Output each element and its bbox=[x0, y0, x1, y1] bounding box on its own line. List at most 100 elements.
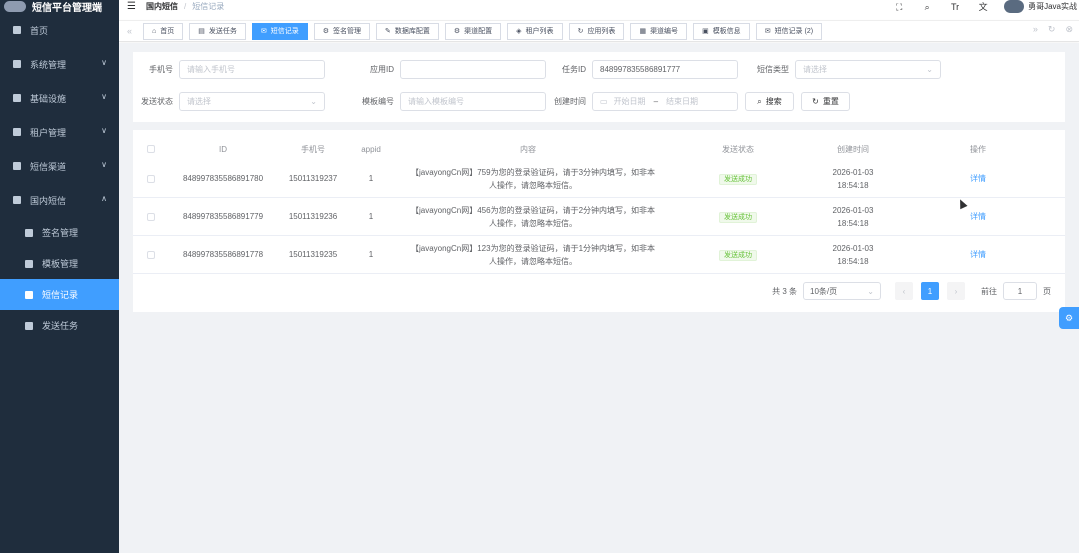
tag-item[interactable]: ◈ 租户列表 bbox=[507, 22, 563, 40]
tags-scroll-left-icon[interactable]: « bbox=[127, 26, 137, 36]
sidebar-subitem[interactable]: 签名管理 bbox=[0, 217, 119, 248]
main-area: ☰ 国内短信 / 短信记录 ⛶ ⌕ Tr 文 勇哥Java实战 « ⌂ 首页 ▤ 发送… bbox=[119, 0, 1079, 553]
template-label: 模板编号 bbox=[362, 97, 394, 106]
task-id-label: 任务ID bbox=[562, 65, 586, 74]
content-cell: 【javayongCn网】759为您的登录验证码，请于3分钟内填写，如非本 人操… bbox=[410, 167, 656, 190]
tag-item[interactable]: ⚙ 签名管理 bbox=[313, 22, 371, 40]
app-logo: 短信平台管理端 bbox=[0, 0, 119, 14]
image-icon bbox=[25, 259, 33, 268]
goto-page-input[interactable]: 1 bbox=[1003, 282, 1037, 300]
page-size-select[interactable]: 10条/页 ⌄ bbox=[803, 282, 881, 300]
search-icon: ⌕ bbox=[757, 96, 762, 106]
breadcrumb: 国内短信 / 短信记录 bbox=[145, 1, 225, 12]
reset-button[interactable]: ↻ 重置 bbox=[801, 92, 850, 111]
close-icon[interactable]: ⊗ bbox=[1065, 24, 1073, 35]
created-time-label: 创建时间 bbox=[554, 97, 586, 106]
binoculars-icon bbox=[13, 128, 21, 136]
sidebar-subitem[interactable]: 短信记录 bbox=[0, 279, 119, 310]
page-number[interactable]: 1 bbox=[921, 282, 939, 300]
app-id-label: 应用ID bbox=[370, 65, 394, 74]
sidebar-item[interactable]: 国内短信 ∧ bbox=[0, 183, 119, 217]
task-id-input[interactable]: 848997835586891777 bbox=[592, 60, 738, 79]
tag-item[interactable]: ⚙ 渠道配置 bbox=[444, 22, 502, 40]
card-icon bbox=[13, 162, 21, 170]
prev-page-button[interactable]: ‹ bbox=[895, 282, 913, 300]
mail-icon: ✉ bbox=[764, 28, 771, 35]
next-page-button[interactable]: › bbox=[947, 282, 965, 300]
calendar-icon: ▭ bbox=[600, 97, 608, 106]
sidebar-item[interactable]: 租户管理 ∨ bbox=[0, 115, 119, 149]
settings-float-button[interactable]: ⚙ bbox=[1059, 307, 1079, 329]
tag-item[interactable]: ✉ 短信记录 bbox=[251, 22, 308, 40]
tag-item[interactable]: ▤ 发送任务 bbox=[189, 22, 246, 40]
date-range-picker[interactable]: ▭ 开始日期 – 结束日期 bbox=[592, 92, 738, 111]
table-row: 848997835586891780 15011319237 1 【javayo… bbox=[133, 160, 1065, 198]
refresh-icon[interactable]: ↻ bbox=[1048, 24, 1056, 35]
tag-item[interactable]: ▣ 模板信息 bbox=[693, 22, 750, 40]
detail-link[interactable]: 详情 bbox=[948, 173, 1008, 184]
hamburger-icon[interactable]: ☰ bbox=[127, 1, 136, 12]
send-status-label: 发送状态 bbox=[141, 97, 173, 106]
translate-icon[interactable]: 文 bbox=[976, 2, 990, 12]
card-icon bbox=[13, 196, 21, 204]
sidebar-subitem[interactable]: 模板管理 bbox=[0, 248, 119, 279]
content-cell: 【javayongCn网】123为您的登录验证码，请于1分钟内填写，如非本 人操… bbox=[410, 243, 656, 266]
row-checkbox[interactable] bbox=[147, 175, 155, 183]
chevron-icon: ∨ bbox=[101, 160, 107, 169]
gear-icon: ⚙ bbox=[453, 28, 461, 35]
chevron-icon: ∨ bbox=[101, 126, 107, 135]
sidebar-item[interactable]: 基础设施 ∨ bbox=[0, 81, 119, 115]
sidebar-subitem[interactable]: 发送任务 bbox=[0, 310, 119, 341]
select-all-checkbox[interactable] bbox=[147, 145, 155, 153]
chevron-down-icon: ⌄ bbox=[867, 286, 874, 296]
chevron-icon: ∨ bbox=[101, 92, 107, 101]
user-name[interactable]: 勇哥Java实战 bbox=[1028, 1, 1077, 12]
refresh-icon: ↻ bbox=[577, 28, 584, 35]
gear-icon bbox=[13, 60, 21, 68]
search-icon[interactable]: ⌕ bbox=[920, 2, 934, 12]
navbar-tools: ⛶ ⌕ Tr 文 勇哥Java实战 bbox=[892, 0, 1079, 13]
status-badge: 发送成功 bbox=[719, 173, 757, 185]
navbar: ☰ 国内短信 / 短信记录 ⛶ ⌕ Tr 文 勇哥Java实战 bbox=[119, 0, 1079, 13]
tags-scroll-right-icon[interactable]: » bbox=[1033, 24, 1038, 35]
chevron-down-icon: ⌄ bbox=[926, 65, 933, 74]
avatar[interactable] bbox=[1004, 0, 1025, 13]
tag-item[interactable]: ✎ 数据库配置 bbox=[376, 22, 439, 40]
chevron-down-icon: ⌄ bbox=[310, 97, 317, 106]
tag-item[interactable]: ⌂ 首页 bbox=[143, 22, 184, 40]
template-input[interactable]: 请输入模板编号 bbox=[400, 92, 546, 111]
detail-link[interactable]: 详情 bbox=[948, 211, 1008, 222]
sms-type-select[interactable]: 请选择 ⌄ bbox=[795, 60, 941, 79]
phone-input[interactable]: 请输入手机号 bbox=[179, 60, 325, 79]
pagination-total: 共 3 条 bbox=[772, 286, 797, 296]
content-cell: 【javayongCn网】456为您的登录验证码，请于2分钟内填写，如非本 人操… bbox=[410, 205, 656, 228]
search-button[interactable]: ⌕ 搜索 bbox=[745, 92, 794, 111]
folder-icon bbox=[25, 321, 33, 330]
folder-icon: ▤ bbox=[198, 28, 205, 35]
mail-icon: ✉ bbox=[260, 28, 267, 35]
gear-icon bbox=[25, 228, 33, 237]
tag-item[interactable]: ▦ 渠道编号 bbox=[630, 22, 688, 40]
font-size-icon[interactable]: Tr bbox=[948, 2, 962, 12]
gear-icon: ⚙ bbox=[322, 28, 330, 35]
fullscreen-icon[interactable]: ⛶ bbox=[892, 2, 906, 12]
sidebar-item[interactable]: 短信渠道 ∨ bbox=[0, 149, 119, 183]
app-id-input[interactable] bbox=[400, 60, 546, 79]
sms-type-label: 短信类型 bbox=[757, 65, 789, 74]
tag-item[interactable]: ↻ 应用列表 bbox=[568, 22, 625, 40]
table-header: ID 手机号 appid 内容 发送状态 创建时间 操作 bbox=[133, 138, 1065, 160]
send-status-select[interactable]: 请选择 ⌄ bbox=[179, 92, 325, 111]
table-row: 848997835586891779 15011319236 1 【javayo… bbox=[133, 198, 1065, 236]
sidebar-item[interactable]: 系统管理 ∨ bbox=[0, 47, 119, 81]
tag-item[interactable]: ✉ 短信记录 (2) bbox=[755, 22, 823, 40]
chevron-icon: ∧ bbox=[101, 194, 107, 203]
tags-view: « ⌂ 首页 ▤ 发送任务 ✉ 短信记录 ⚙ 签名管理 ✎ 数据库配置 ⚙ 渠道配置 ◈ 租户列表 ↻ 应用列… bbox=[119, 20, 1079, 42]
app-title: 短信平台管理端 bbox=[32, 3, 102, 14]
sidebar-item[interactable]: 首页 bbox=[0, 13, 119, 47]
detail-link[interactable]: 详情 bbox=[948, 249, 1008, 260]
row-checkbox[interactable] bbox=[147, 213, 155, 221]
logo-avatar bbox=[4, 1, 26, 12]
row-checkbox[interactable] bbox=[147, 251, 155, 259]
chevron-icon: ∨ bbox=[101, 58, 107, 67]
breadcrumb-item[interactable]: 国内短信 bbox=[146, 1, 178, 12]
